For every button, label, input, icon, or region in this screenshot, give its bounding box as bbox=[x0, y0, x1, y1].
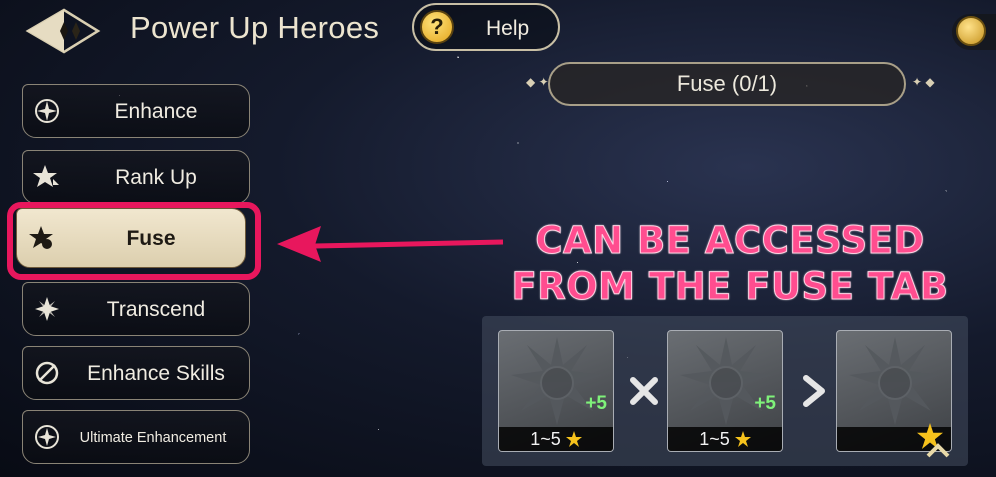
fuse-result-slot[interactable] bbox=[836, 330, 952, 452]
tab-transcend[interactable]: Transcend bbox=[22, 282, 250, 336]
annotation-text: CAN BE ACCESSED FROM THE FUSE TAB bbox=[470, 218, 990, 310]
tab-enhance-label: Enhance bbox=[114, 100, 198, 123]
bonus-label: +5 bbox=[585, 393, 607, 414]
transcend-icon bbox=[35, 297, 59, 321]
rank-up-icon bbox=[33, 165, 59, 187]
tab-ultimate-enhancement-label: Ultimate Enhancement bbox=[79, 430, 227, 446]
fuse-material-slot[interactable]: +5 1~5 bbox=[498, 330, 614, 452]
fuse-material-slot[interactable]: +5 1~5 bbox=[667, 330, 783, 452]
chevron-up-icon bbox=[926, 443, 950, 458]
tab-rank-up-label: Rank Up bbox=[115, 166, 197, 189]
fuse-icon bbox=[29, 226, 53, 249]
coin-icon bbox=[956, 16, 986, 46]
left-ornament-icon: ◆ ✦ bbox=[526, 75, 549, 89]
tab-enhance[interactable]: Enhance bbox=[22, 84, 250, 138]
tab-fuse[interactable]: Fuse bbox=[16, 208, 246, 268]
star-icon bbox=[565, 431, 582, 447]
enhance-skills-icon bbox=[35, 361, 59, 385]
annotation-line-2: FROM THE FUSE TAB bbox=[511, 265, 949, 309]
level-range: 1~5 bbox=[530, 429, 561, 449]
tab-rank-up[interactable]: Rank Up bbox=[22, 150, 250, 204]
tab-transcend-label: Transcend bbox=[106, 298, 206, 321]
annotation-line-1: CAN BE ACCESSED bbox=[535, 219, 925, 263]
tab-enhance-skills-label: Enhance Skills bbox=[87, 362, 225, 385]
currency-button[interactable] bbox=[952, 14, 996, 50]
level-range-bar: 1~5 bbox=[499, 427, 613, 451]
hero-emblem-icon bbox=[849, 337, 941, 425]
tab-enhance-skills[interactable]: Enhance Skills bbox=[22, 346, 250, 400]
level-range-bar: 1~5 bbox=[668, 427, 782, 451]
bonus-label: +5 bbox=[754, 393, 776, 414]
page-title: Power Up Heroes bbox=[130, 10, 380, 45]
tab-fuse-label: Fuse bbox=[126, 227, 176, 250]
x-icon bbox=[630, 377, 658, 405]
fuse-counter: Fuse (0/1) bbox=[548, 62, 906, 106]
star-icon bbox=[734, 431, 751, 447]
help-label: Help bbox=[486, 17, 530, 40]
right-ornament-icon: ✦ ◆ bbox=[912, 75, 935, 89]
back-button[interactable] bbox=[24, 6, 102, 56]
help-button[interactable]: ? Help bbox=[412, 3, 560, 51]
back-arrow-icon bbox=[25, 8, 101, 54]
chevron-right-icon bbox=[803, 375, 825, 407]
question-mark-icon: ? bbox=[420, 10, 454, 44]
level-range: 1~5 bbox=[699, 429, 730, 449]
enhance-icon bbox=[35, 99, 59, 123]
tab-ultimate-enhancement[interactable]: Ultimate Enhancement bbox=[22, 410, 250, 464]
